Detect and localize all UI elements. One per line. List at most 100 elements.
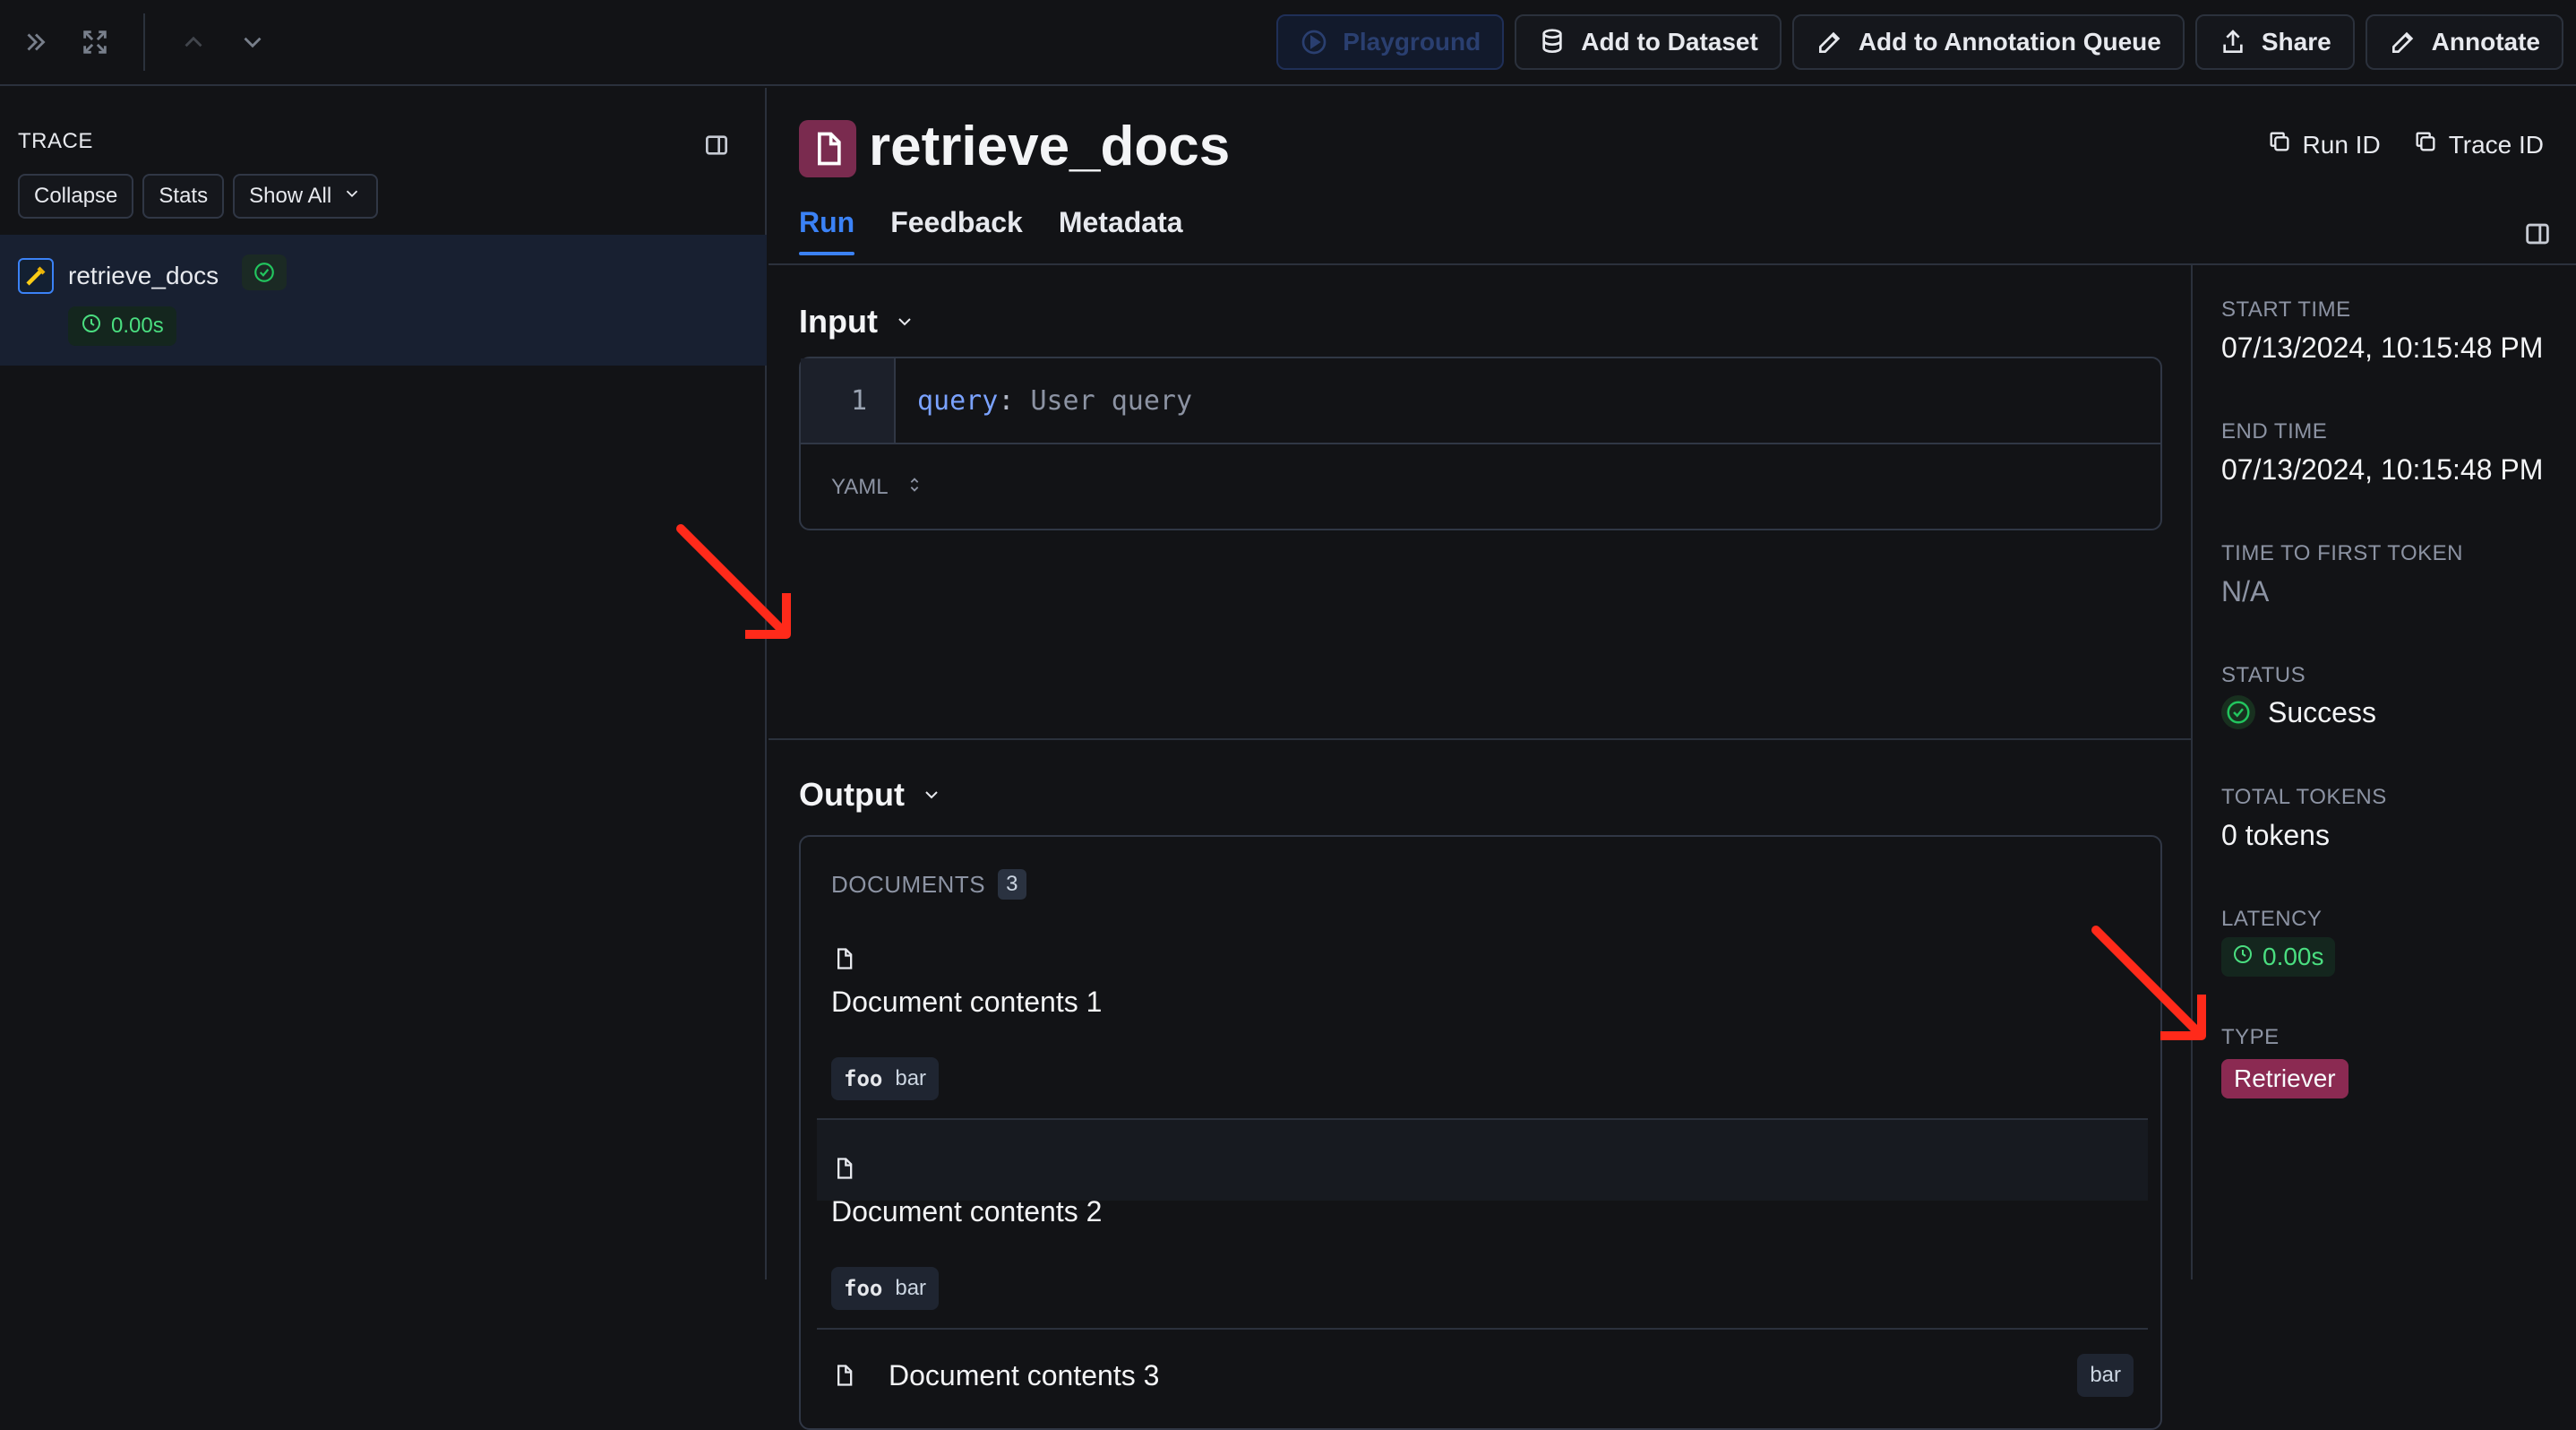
trace-header: TRACE (18, 129, 93, 153)
input-title: Input (799, 303, 878, 340)
output-title: Output (799, 776, 905, 813)
start-time-value: 07/13/2024, 10:15:48 PM (2221, 332, 2544, 364)
metadata-value: bar (895, 1066, 927, 1090)
tab-feedback[interactable]: Feedback (890, 206, 1023, 255)
show-all-dropdown[interactable]: Show All (233, 174, 379, 219)
metadata-chip: foo bar (831, 1057, 940, 1100)
run-detail: retrieve_docs Run ID Trace ID Run Feedba… (769, 88, 2576, 1430)
metadata-key: foo (844, 1066, 883, 1091)
trace-panel: TRACE Collapse Stats Show All retrieve_d… (0, 88, 767, 1279)
clock-icon (2232, 943, 2254, 971)
panel-toggle-icon[interactable] (702, 131, 731, 159)
chevron-updown-icon (905, 475, 924, 501)
trace-run-row[interactable]: retrieve_docs 0.00s (0, 235, 767, 366)
start-time-label: START TIME (2221, 297, 2351, 322)
document-item: Document contents 3 bar (817, 1331, 2148, 1419)
end-time-value: 07/13/2024, 10:15:48 PM (2221, 453, 2544, 486)
retriever-run-icon (18, 258, 54, 294)
run-content: Input 1 query: User query YAML Output DO… (769, 265, 2191, 1430)
stats-button[interactable]: Stats (142, 174, 225, 219)
documents-label: DOCUMENTS (831, 870, 986, 898)
type-label: TYPE (2221, 1025, 2280, 1049)
metadata-value: bar (895, 1276, 927, 1300)
copy-icon (2267, 129, 2292, 160)
share-button[interactable]: Share (2194, 14, 2355, 70)
output-section-toggle[interactable]: Output (799, 776, 942, 814)
toolbar-left (0, 0, 272, 84)
toolbar-divider (143, 13, 145, 71)
play-icon (1300, 28, 1328, 56)
annotate-label: Annotate (2431, 28, 2540, 56)
chevron-down-icon (342, 184, 362, 210)
chevron-up-icon[interactable] (174, 22, 213, 62)
double-chevron-right-icon[interactable] (16, 22, 56, 62)
trace-id-label: Trace ID (2448, 130, 2544, 159)
id-buttons: Run ID Trace ID (2267, 129, 2544, 160)
clock-icon (81, 313, 102, 340)
document-icon (799, 120, 856, 177)
add-to-annotation-queue-button[interactable]: Add to Annotation Queue (1791, 14, 2185, 70)
latency-badge: 0.00s (2221, 937, 2335, 977)
metadata-chip: foo bar (831, 1267, 940, 1310)
documents-header: DOCUMENTS 3 (831, 869, 1027, 900)
output-documents-card: DOCUMENTS 3 Document contents 1 foo bar (799, 835, 2162, 1430)
input-section-toggle[interactable]: Input (799, 303, 915, 340)
document-item: Document contents 1 foo bar (817, 923, 2148, 1120)
playground-button[interactable]: Playground (1276, 14, 1505, 70)
total-tokens-value: 0 tokens (2221, 819, 2330, 851)
annotation-arrow-output (676, 524, 791, 639)
file-icon (831, 1154, 856, 1183)
tab-run[interactable]: Run (799, 206, 855, 255)
add-to-dataset-label: Add to Dataset (1581, 28, 1758, 56)
show-all-label: Show All (249, 184, 332, 208)
run-id-label: Run ID (2302, 130, 2381, 159)
yaml-key: query (917, 384, 999, 417)
total-tokens-label: TOTAL TOKENS (2221, 785, 2387, 809)
share-icon (2219, 28, 2247, 56)
end-time-label: END TIME (2221, 419, 2328, 444)
latency-value: 0.00s (2263, 943, 2324, 970)
file-icon (831, 1361, 856, 1390)
database-icon (1538, 28, 1567, 56)
document-content: Document contents 2 (831, 1195, 1103, 1228)
type-badge: Retriever (2221, 1059, 2348, 1098)
yaml-value: User query (1030, 384, 1193, 417)
playground-label: Playground (1343, 28, 1481, 56)
ttft-label: TIME TO FIRST TOKEN (2221, 541, 2463, 565)
trace-latency-badge: 0.00s (68, 306, 176, 346)
code-line: 1 query: User query (801, 358, 2160, 443)
copy-trace-id-button[interactable]: Trace ID (2413, 129, 2544, 160)
page-title: retrieve_docs (869, 116, 1231, 177)
run-tabs: Run Feedback Metadata (799, 206, 1183, 255)
format-label: YAML (831, 475, 889, 499)
section-divider (769, 738, 2191, 740)
latency-label: LATENCY (2221, 907, 2323, 931)
pencil-icon (2389, 28, 2417, 56)
code-content[interactable]: query: User query (896, 385, 1192, 417)
metadata-value: bar (2077, 1354, 2134, 1397)
status-text: Success (2268, 695, 2376, 728)
chevron-down-icon (921, 776, 942, 814)
format-selector[interactable]: YAML (801, 443, 2160, 530)
collapse-button[interactable]: Collapse (18, 174, 134, 219)
add-to-dataset-button[interactable]: Add to Dataset (1515, 14, 1782, 70)
status-value: Success (2221, 695, 2376, 729)
chevron-down-icon (894, 303, 915, 340)
success-check-icon (242, 254, 287, 290)
share-label: Share (2261, 28, 2331, 56)
document-divider (817, 1328, 2148, 1330)
expand-icon[interactable] (75, 22, 115, 62)
annotate-button[interactable]: Annotate (2365, 14, 2563, 70)
chevron-down-icon[interactable] (233, 22, 272, 62)
copy-icon (2413, 129, 2438, 160)
metadata-key: foo (844, 1276, 883, 1301)
status-label: STATUS (2221, 663, 2306, 687)
trace-latency-value: 0.00s (111, 314, 164, 338)
toolbar-right: Playground Add to Dataset Add to Annotat… (1276, 14, 2576, 70)
document-content: Document contents 1 (831, 986, 1103, 1018)
line-number: 1 (801, 358, 896, 443)
copy-run-id-button[interactable]: Run ID (2267, 129, 2381, 160)
annotation-arrow-type (2091, 926, 2206, 1040)
tab-metadata[interactable]: Metadata (1059, 206, 1183, 255)
sidebar-toggle-icon[interactable] (2522, 219, 2553, 249)
